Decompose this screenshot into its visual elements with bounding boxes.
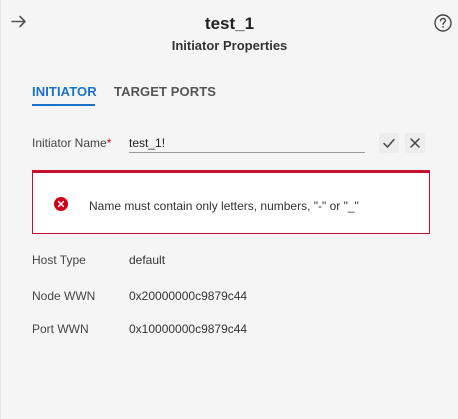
host-type-label: Host Type [32, 253, 86, 267]
confirm-button[interactable] [379, 133, 399, 153]
port-wwn-value: 0x10000000c9879c44 [129, 322, 248, 336]
page-title: test_1 [204, 14, 255, 33]
initiator-properties-panel: test_1 Initiator Properties INITIATOR TA… [0, 0, 458, 419]
initiator-name-label: Initiator Name* [32, 136, 111, 150]
error-message: Name must contain only letters, numbers,… [89, 199, 359, 213]
close-icon [410, 138, 420, 148]
tab-initiator[interactable]: INITIATOR [32, 84, 97, 99]
error-icon [54, 197, 68, 211]
tab-target-ports[interactable]: TARGET PORTS [114, 84, 216, 99]
validation-error-box: Name must contain only letters, numbers,… [32, 170, 430, 234]
host-type-value: default [129, 253, 166, 267]
initiator-name-label-text: Initiator Name [32, 136, 107, 150]
active-tab-indicator [32, 104, 95, 106]
node-wwn-value: 0x20000000c9879c44 [129, 289, 248, 303]
node-wwn-label: Node WWN [32, 289, 96, 303]
check-icon [383, 138, 395, 148]
cancel-button[interactable] [405, 133, 425, 153]
initiator-name-input[interactable] [129, 134, 365, 153]
help-icon[interactable] [433, 13, 453, 33]
port-wwn-label: Port WWN [32, 322, 89, 336]
required-mark: * [106, 136, 112, 150]
page-subtitle: Initiator Properties [171, 38, 288, 53]
